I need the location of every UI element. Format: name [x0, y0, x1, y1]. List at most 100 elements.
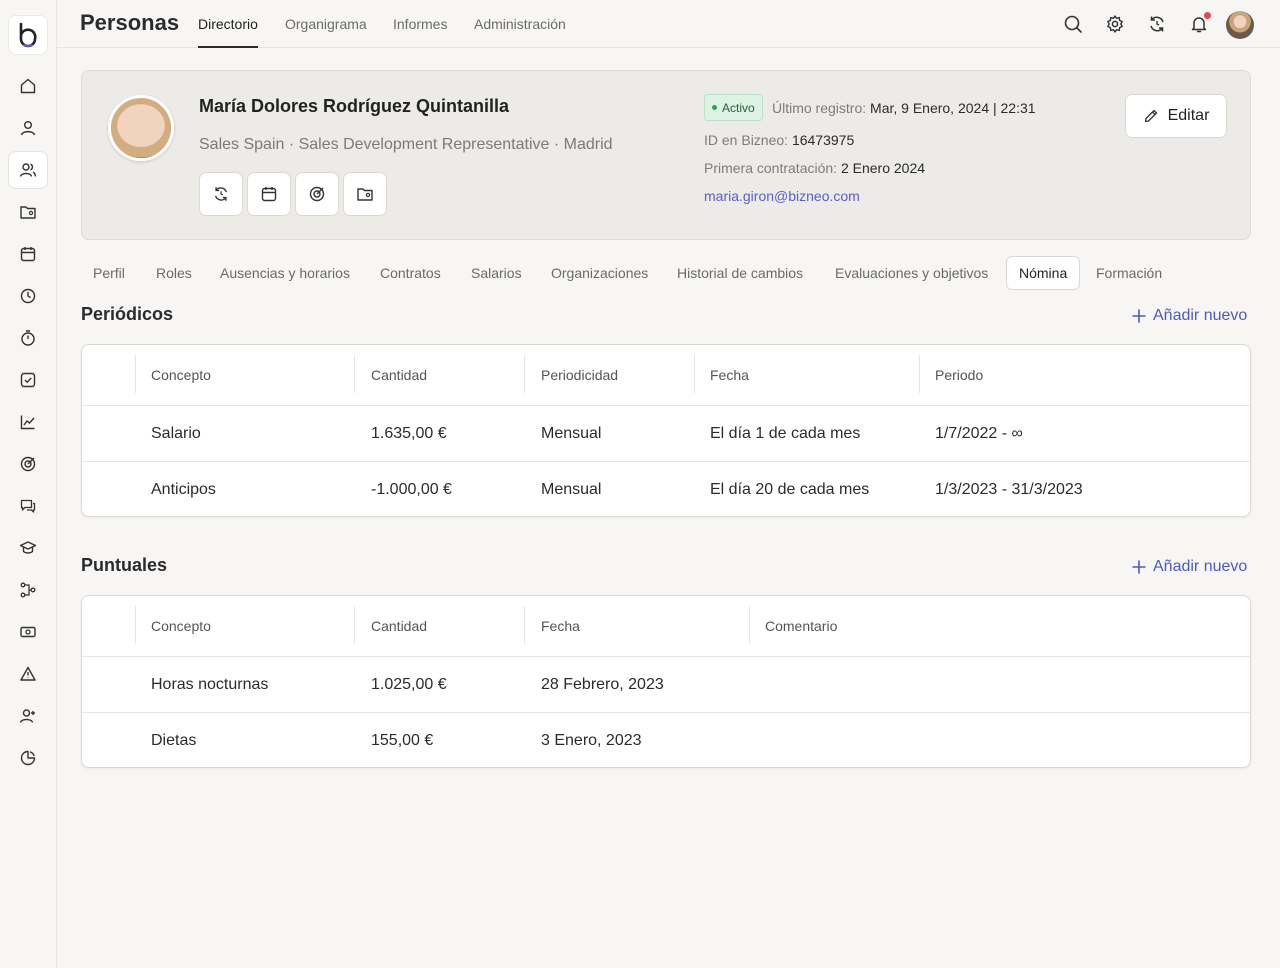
chart-line-icon: [20, 415, 35, 430]
goals-button[interactable]: [295, 172, 339, 216]
calendar-icon: [20, 247, 36, 262]
sidebar-item-messages[interactable]: [8, 487, 48, 525]
add-periodic-button[interactable]: Añadir nuevo: [1131, 307, 1247, 325]
sidebar-item-calendar[interactable]: [8, 235, 48, 273]
money-icon: [20, 626, 36, 638]
tab-organigrama[interactable]: Organigrama: [285, 16, 367, 48]
tab-nomina[interactable]: Nómina: [1006, 256, 1081, 290]
workflow-icon: [20, 582, 36, 598]
periodic-table: Concepto Cantidad Periodicidad Fecha Per…: [81, 344, 1251, 517]
sidebar-item-time[interactable]: [8, 277, 48, 315]
notification-dot: [1204, 12, 1211, 19]
tab-roles[interactable]: Roles: [144, 256, 204, 290]
clock-icon: [20, 288, 36, 304]
search-button[interactable]: [1061, 12, 1085, 36]
sidebar-item-profile[interactable]: [8, 109, 48, 147]
cell-concepto: Horas nocturnas: [151, 676, 269, 693]
sidebar-item-alerts[interactable]: [8, 655, 48, 693]
employee-name: María Dolores Rodríguez Quintanilla: [199, 96, 510, 116]
employee-id-value: 16473975: [791, 132, 855, 148]
time-tracking-button[interactable]: [199, 172, 243, 216]
table-row[interactable]: Dietas 155,00 € 3 Enero, 2023: [82, 712, 1250, 768]
tab-perfil[interactable]: Perfil: [81, 256, 137, 290]
sidebar-item-reports[interactable]: [8, 739, 48, 777]
edit-button[interactable]: Editar: [1125, 94, 1227, 138]
sidebar-item-people[interactable]: [8, 151, 48, 189]
table-row[interactable]: Salario 1.635,00 € Mensual El día 1 de c…: [82, 405, 1250, 461]
sidebar-item-workflows[interactable]: [8, 571, 48, 609]
sidebar-item-training[interactable]: [8, 529, 48, 567]
first-hire: Primera contratación: 2 Enero 2024: [704, 160, 925, 176]
first-hire-value: 2 Enero 2024: [840, 160, 926, 176]
page-title: Personas: [80, 10, 180, 35]
cell-cantidad: 155,00 €: [371, 732, 434, 749]
bizneo-logo[interactable]: [8, 15, 48, 55]
tab-directorio[interactable]: Directorio: [198, 16, 258, 48]
employee-id: ID en Bizneo: 16473975: [704, 132, 854, 148]
pie-chart-icon: [20, 750, 36, 766]
pencil-icon: [1144, 109, 1157, 123]
user-avatar[interactable]: [1226, 11, 1254, 39]
gear-icon: [1107, 15, 1123, 33]
tab-administracion[interactable]: Administración: [474, 16, 566, 48]
logo-icon: [19, 22, 37, 48]
column-divider: [135, 606, 136, 644]
search-icon: [1064, 15, 1082, 33]
add-oneoff-button[interactable]: Añadir nuevo: [1131, 558, 1247, 576]
plus-icon: [1132, 309, 1146, 323]
column-header-cantidad: Cantidad: [371, 367, 428, 383]
sidebar-item-onboarding[interactable]: [8, 697, 48, 735]
sidebar-item-goals[interactable]: [8, 445, 48, 483]
column-divider: [694, 355, 695, 393]
notifications-button[interactable]: [1187, 12, 1211, 36]
sidebar-item-documents[interactable]: [8, 193, 48, 231]
column-header-fecha: Fecha: [710, 367, 749, 383]
user-plus-icon: [19, 709, 35, 723]
status-dot: [712, 105, 717, 110]
sidebar-item-payroll[interactable]: [8, 613, 48, 651]
user-icon: [20, 121, 36, 136]
tab-historial[interactable]: Historial de cambios: [665, 256, 815, 290]
tab-evaluaciones[interactable]: Evaluaciones y objetivos: [823, 256, 1000, 290]
plus-icon: [1132, 560, 1146, 574]
employee-avatar: [108, 95, 174, 161]
column-divider: [524, 606, 525, 644]
table-row[interactable]: Horas nocturnas 1.025,00 € 28 Febrero, 2…: [82, 656, 1250, 712]
column-header-concepto: Concepto: [151, 367, 211, 383]
tab-contratos[interactable]: Contratos: [368, 256, 453, 290]
last-record: Último registro: Mar, 9 Enero, 2024 | 22…: [772, 100, 1036, 116]
add-oneoff-label: Añadir nuevo: [1153, 558, 1248, 575]
add-periodic-label: Añadir nuevo: [1153, 307, 1248, 324]
cell-fecha: El día 20 de cada mes: [710, 481, 870, 498]
calendar-button[interactable]: [247, 172, 291, 216]
target-icon: [20, 456, 36, 472]
sidebar-item-tasks[interactable]: [8, 361, 48, 399]
tab-informes[interactable]: Informes: [393, 16, 447, 48]
stopwatch-icon: [21, 330, 35, 346]
column-header-fecha: Fecha: [541, 618, 580, 634]
users-icon: [19, 163, 37, 177]
cell-fecha: 3 Enero, 2023: [541, 732, 642, 749]
tab-formacion[interactable]: Formación: [1084, 256, 1174, 290]
alert-triangle-icon: [20, 666, 36, 681]
tab-salarios[interactable]: Salarios: [459, 256, 534, 290]
sidebar-item-home[interactable]: [8, 67, 48, 105]
sidebar-item-analytics[interactable]: [8, 403, 48, 441]
cell-periodo: 1/7/2022 - ∞: [935, 425, 1023, 442]
sync-button[interactable]: [1145, 12, 1169, 36]
column-divider: [749, 606, 750, 644]
sync-icon: [1150, 16, 1164, 32]
cell-cantidad: -1.000,00 €: [371, 481, 452, 498]
tab-ausencias[interactable]: Ausencias y horarios: [208, 256, 362, 290]
cell-periodo: 1/3/2023 - 31/3/2023: [935, 481, 1083, 498]
sidebar-item-timer[interactable]: [8, 319, 48, 357]
settings-button[interactable]: [1103, 12, 1127, 36]
employee-id-label: ID en Bizneo:: [704, 132, 789, 148]
table-row[interactable]: Anticipos -1.000,00 € Mensual El día 20 …: [82, 461, 1250, 517]
tab-organizaciones[interactable]: Organizaciones: [539, 256, 660, 290]
documents-button[interactable]: [343, 172, 387, 216]
cell-periodicidad: Mensual: [541, 481, 602, 498]
edit-label: Editar: [1167, 107, 1210, 124]
employee-email-link[interactable]: maria.giron@bizneo.com: [704, 188, 860, 204]
status-label: Activo: [722, 100, 755, 115]
